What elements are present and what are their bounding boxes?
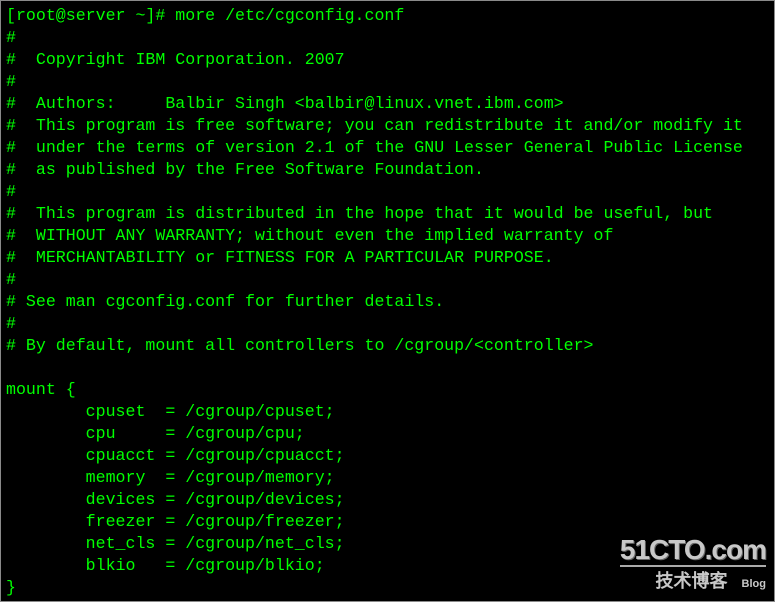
terminal-line: devices = /cgroup/devices; bbox=[6, 490, 345, 509]
terminal-line: cpuacct = /cgroup/cpuacct; bbox=[6, 446, 345, 465]
terminal-line: # as published by the Free Software Foun… bbox=[6, 160, 484, 179]
watermark-subtitle: 技术博客 bbox=[655, 571, 728, 591]
terminal-line: # This program is free software; you can… bbox=[6, 116, 743, 135]
watermark-site: 51CTO.com bbox=[619, 534, 767, 567]
terminal-line: # See man cgconfig.conf for further deta… bbox=[6, 292, 445, 311]
terminal-line: # bbox=[6, 28, 16, 47]
terminal-line: freezer = /cgroup/freezer; bbox=[6, 512, 345, 531]
terminal-line: # under the terms of version 2.1 of the … bbox=[6, 138, 743, 157]
terminal-output: [root@server ~]# more /etc/cgconfig.conf… bbox=[6, 5, 743, 599]
terminal-line: # bbox=[6, 72, 16, 91]
terminal-line: # bbox=[6, 182, 16, 201]
terminal-line: # bbox=[6, 314, 16, 333]
terminal-line: cpu = /cgroup/cpu; bbox=[6, 424, 305, 443]
terminal-line: # WITHOUT ANY WARRANTY; without even the… bbox=[6, 226, 614, 245]
terminal-line: cpuset = /cgroup/cpuset; bbox=[6, 402, 335, 421]
terminal-line: # This program is distributed in the hop… bbox=[6, 204, 714, 223]
watermark-tag: Blog bbox=[741, 578, 766, 590]
terminal-line: # By default, mount all controllers to /… bbox=[6, 336, 594, 355]
terminal-line: memory = /cgroup/memory; bbox=[6, 468, 335, 487]
terminal-line: # Copyright IBM Corporation. 2007 bbox=[6, 50, 345, 69]
terminal-window[interactable]: [root@server ~]# more /etc/cgconfig.conf… bbox=[0, 0, 775, 602]
watermark-logo: 51CTO.com 技术博客 Blog bbox=[619, 534, 767, 593]
command-prompt-line: [root@server ~]# more /etc/cgconfig.conf bbox=[6, 6, 405, 25]
terminal-line: mount { bbox=[6, 380, 76, 399]
terminal-line: # bbox=[6, 270, 16, 289]
terminal-line: # Authors: Balbir Singh <balbir@linux.vn… bbox=[6, 94, 564, 113]
terminal-line: # MERCHANTABILITY or FITNESS FOR A PARTI… bbox=[6, 248, 554, 267]
